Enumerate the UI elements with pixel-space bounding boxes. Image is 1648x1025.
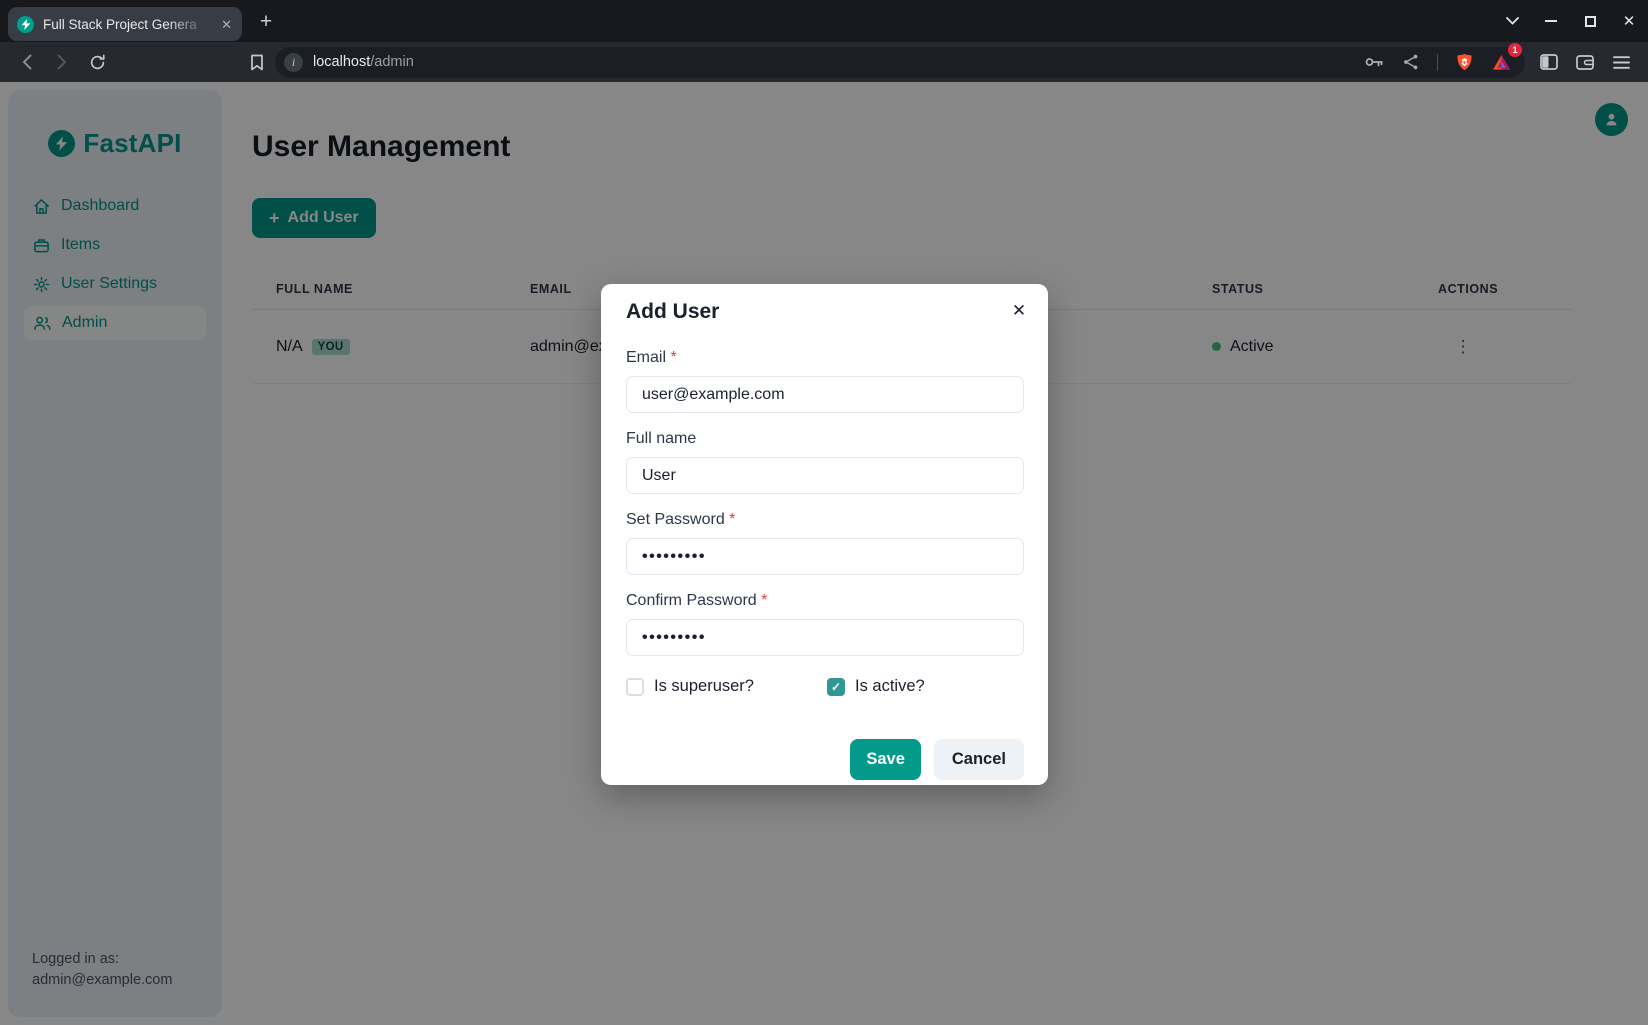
web-page: FastAPI Dashboard Items <box>0 82 1648 1025</box>
required-asterisk: * <box>670 349 676 366</box>
brave-rewards-icon[interactable]: 1 <box>1487 48 1515 76</box>
is-superuser-option[interactable]: Is superuser? <box>626 677 827 696</box>
is-active-option[interactable]: ✓ Is active? <box>827 677 925 696</box>
set-password-label: Set Password * <box>626 511 1024 529</box>
password-key-icon[interactable] <box>1360 48 1388 76</box>
check-icon: ✓ <box>831 680 841 694</box>
site-info-icon[interactable]: i <box>284 53 303 72</box>
confirm-password-field[interactable] <box>626 619 1024 656</box>
modal-title: Add User <box>626 300 1024 324</box>
menu-hamburger-icon[interactable] <box>1607 48 1635 76</box>
toolbar-right <box>1535 48 1635 76</box>
rewards-badge: 1 <box>1508 43 1522 57</box>
email-label: Email * <box>626 349 1024 367</box>
share-icon[interactable] <box>1397 48 1425 76</box>
confirm-password-label: Confirm Password * <box>626 592 1024 610</box>
tab-close-icon[interactable]: ✕ <box>221 18 232 31</box>
is-superuser-label: Is superuser? <box>654 677 754 696</box>
modal-close-icon[interactable]: ✕ <box>1005 297 1033 325</box>
is-active-label: Is active? <box>855 677 925 696</box>
confirm-password-field-group: Confirm Password * <box>626 592 1024 656</box>
toolbar-divider <box>1437 54 1438 71</box>
required-asterisk: * <box>729 511 735 528</box>
reload-button[interactable] <box>83 48 111 76</box>
window-minimize-button[interactable] <box>1538 8 1564 34</box>
tab-title: Full Stack Project Genera <box>43 17 215 32</box>
nav-buttons <box>13 48 111 76</box>
is-active-checkbox[interactable]: ✓ <box>827 678 845 696</box>
full-name-field[interactable] <box>626 457 1024 494</box>
cancel-button[interactable]: Cancel <box>934 739 1024 780</box>
brave-shields-icon[interactable] <box>1450 48 1478 76</box>
forward-button[interactable] <box>48 48 76 76</box>
url-text: localhost/admin <box>313 54 1360 70</box>
screen: Full Stack Project Genera ✕ + ✕ <box>0 0 1648 1025</box>
url-bar[interactable]: i localhost/admin <box>275 47 1525 78</box>
wallet-icon[interactable] <box>1571 48 1599 76</box>
url-path: /admin <box>370 54 414 70</box>
fastapi-favicon-icon <box>17 16 34 33</box>
required-asterisk: * <box>761 592 767 609</box>
browser-tab[interactable]: Full Stack Project Genera ✕ <box>8 7 242 41</box>
full-name-label: Full name <box>626 430 1024 448</box>
sidebar-toggle-icon[interactable] <box>1535 48 1563 76</box>
tab-search-chevron-icon[interactable] <box>1499 8 1525 34</box>
set-password-field-group: Set Password * <box>626 511 1024 575</box>
email-field-group: Email * <box>626 349 1024 413</box>
url-host: localhost <box>313 54 370 70</box>
modal-actions: Save Cancel <box>626 739 1024 780</box>
checkbox-row: Is superuser? ✓ Is active? <box>626 677 1024 696</box>
urlbar-actions: 1 <box>1360 48 1515 76</box>
email-field[interactable] <box>626 376 1024 413</box>
is-superuser-checkbox[interactable] <box>626 678 644 696</box>
full-name-field-group: Full name <box>626 430 1024 494</box>
back-button[interactable] <box>13 48 41 76</box>
window-close-button[interactable]: ✕ <box>1616 8 1642 34</box>
tab-strip: Full Stack Project Genera ✕ + ✕ <box>0 0 1648 42</box>
window-maximize-button[interactable] <box>1577 8 1603 34</box>
save-button[interactable]: Save <box>850 739 921 780</box>
set-password-field[interactable] <box>626 538 1024 575</box>
new-tab-button[interactable]: + <box>252 8 280 36</box>
window-controls: ✕ <box>1499 0 1642 42</box>
add-user-modal: Add User ✕ Email * Full name Set Passwor… <box>601 284 1048 785</box>
browser-toolbar: i localhost/admin <box>0 42 1648 82</box>
browser-chrome: Full Stack Project Genera ✕ + ✕ <box>0 0 1648 82</box>
bookmark-icon[interactable] <box>243 48 271 76</box>
